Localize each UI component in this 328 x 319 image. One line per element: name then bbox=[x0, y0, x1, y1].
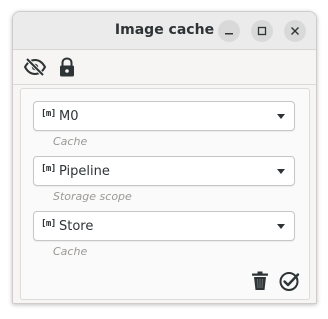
cache-dropdown[interactable]: [m] M0 bbox=[33, 101, 295, 131]
eye-off-icon[interactable] bbox=[23, 55, 47, 79]
titlebar[interactable]: Image cache bbox=[13, 12, 316, 50]
storage-scope-dropdown-value: Pipeline bbox=[59, 164, 110, 179]
maximize-button[interactable] bbox=[251, 20, 273, 42]
check-circle-icon[interactable] bbox=[277, 269, 301, 293]
lock-icon[interactable] bbox=[55, 55, 79, 79]
store-hint: Cache bbox=[53, 245, 88, 258]
field-type-marker: [m] bbox=[41, 164, 56, 174]
chevron-down-icon bbox=[277, 114, 285, 119]
store-dropdown-value: Store bbox=[59, 219, 94, 234]
storage-scope-dropdown[interactable]: [m] Pipeline bbox=[33, 156, 295, 186]
storage-scope-hint: Storage scope bbox=[53, 190, 132, 203]
cache-dropdown-value: M0 bbox=[59, 109, 79, 124]
cache-hint: Cache bbox=[53, 135, 88, 148]
close-icon bbox=[290, 26, 300, 36]
store-dropdown[interactable]: [m] Store bbox=[33, 211, 295, 241]
trash-icon[interactable] bbox=[248, 269, 272, 293]
chevron-down-icon bbox=[277, 169, 285, 174]
chevron-down-icon bbox=[277, 224, 285, 229]
settings-panel: [m] M0 Cache [m] Pipeline Storage scope … bbox=[20, 88, 310, 300]
maximize-icon bbox=[257, 26, 267, 36]
image-cache-window: Image cache [m] M0 Cache [m] Pipeline St… bbox=[12, 11, 317, 304]
field-type-marker: [m] bbox=[41, 219, 56, 229]
close-button[interactable] bbox=[284, 20, 306, 42]
field-type-marker: [m] bbox=[41, 109, 56, 119]
toolbar bbox=[13, 50, 316, 85]
minimize-icon bbox=[224, 26, 234, 36]
minimize-button[interactable] bbox=[218, 20, 240, 42]
